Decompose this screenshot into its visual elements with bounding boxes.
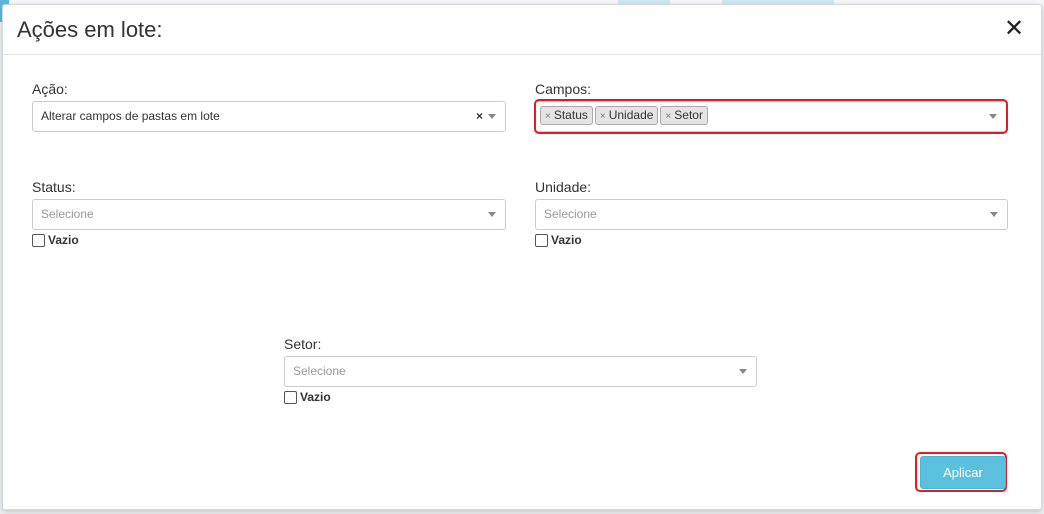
batch-actions-modal: Ações em lote: ✕ Ação: Alterar campos de… (2, 4, 1042, 510)
acao-label: Ação: (32, 81, 68, 97)
chevron-down-icon (488, 114, 496, 119)
modal-header: Ações em lote: ✕ (3, 5, 1041, 55)
campos-highlight-box (534, 99, 1008, 134)
unidade-field: Unidade: Selecione Vazio (535, 179, 1008, 247)
status-empty-label: Vazio (48, 233, 79, 247)
acao-selected-value: Alterar campos de pastas em lote (41, 109, 220, 123)
modal-title: Ações em lote: (17, 17, 163, 42)
setor-empty-option: Vazio (284, 390, 757, 404)
status-label: Status: (32, 179, 76, 195)
unidade-select[interactable]: Selecione (535, 199, 1008, 230)
status-select[interactable]: Selecione (32, 199, 506, 230)
setor-placeholder: Selecione (293, 364, 346, 378)
status-field: Status: Selecione Vazio (32, 179, 506, 247)
status-empty-option: Vazio (32, 233, 506, 247)
unidade-label: Unidade: (535, 179, 592, 195)
unidade-empty-option: Vazio (535, 233, 1008, 247)
chevron-down-icon (990, 212, 998, 217)
acao-field: Ação: Alterar campos de pastas em lote × (32, 81, 506, 132)
chevron-down-icon (488, 212, 496, 217)
unidade-empty-checkbox[interactable] (535, 233, 548, 247)
setor-empty-checkbox[interactable] (284, 390, 297, 404)
acao-clear-icon[interactable]: × (476, 102, 483, 131)
campos-label: Campos: (535, 81, 592, 97)
apply-button[interactable]: Aplicar (920, 456, 1006, 489)
setor-select[interactable]: Selecione (284, 356, 757, 387)
close-icon[interactable]: ✕ (1003, 17, 1025, 41)
acao-select[interactable]: Alterar campos de pastas em lote × (32, 101, 506, 132)
setor-label: Setor: (284, 336, 322, 352)
setor-field: Setor: Selecione Vazio (284, 336, 757, 404)
unidade-placeholder: Selecione (544, 207, 597, 221)
chevron-down-icon (739, 369, 747, 374)
unidade-empty-label: Vazio (551, 233, 582, 247)
status-placeholder: Selecione (41, 207, 94, 221)
status-empty-checkbox[interactable] (32, 233, 45, 247)
setor-empty-label: Vazio (300, 390, 331, 404)
